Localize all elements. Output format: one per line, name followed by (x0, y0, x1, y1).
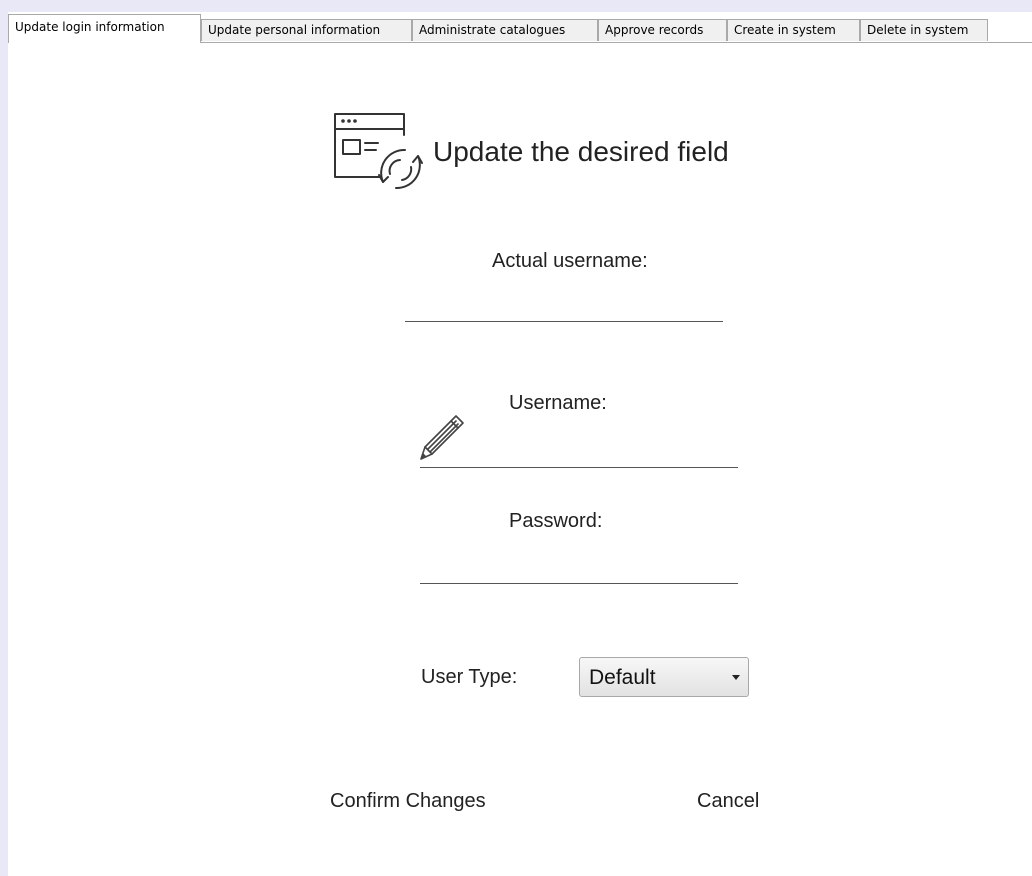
password-label: Password: (509, 510, 603, 532)
page-title: Update the desired field (433, 136, 729, 167)
tab-delete-in-system[interactable]: Delete in system (860, 19, 988, 41)
actual-username-field[interactable] (405, 300, 723, 322)
cancel-button[interactable]: Cancel (697, 790, 759, 813)
tab-bar: Update login information Update personal… (8, 12, 1032, 43)
user-type-selected-value: Default (589, 666, 656, 689)
user-type-label: User Type: (421, 666, 518, 688)
chevron-down-icon (732, 675, 740, 680)
window-top-strip (0, 0, 1032, 12)
tab-approve-records[interactable]: Approve records (598, 19, 727, 41)
tab-update-login-information[interactable]: Update login information (8, 14, 201, 43)
tab-create-in-system[interactable]: Create in system (727, 19, 860, 41)
actual-username-label: Actual username: (492, 250, 648, 272)
window-refresh-icon (334, 113, 423, 190)
user-type-select[interactable]: Default (579, 657, 749, 697)
tab-administrate-catalogues[interactable]: Administrate catalogues (412, 19, 598, 41)
update-login-panel: Update login information Update personal… (0, 0, 1032, 876)
window-left-strip (0, 12, 8, 876)
confirm-changes-button[interactable]: Confirm Changes (330, 790, 486, 813)
tab-update-personal-information[interactable]: Update personal information (201, 19, 412, 41)
username-label: Username: (509, 392, 607, 414)
password-field[interactable] (420, 562, 738, 584)
username-field[interactable] (420, 446, 738, 468)
